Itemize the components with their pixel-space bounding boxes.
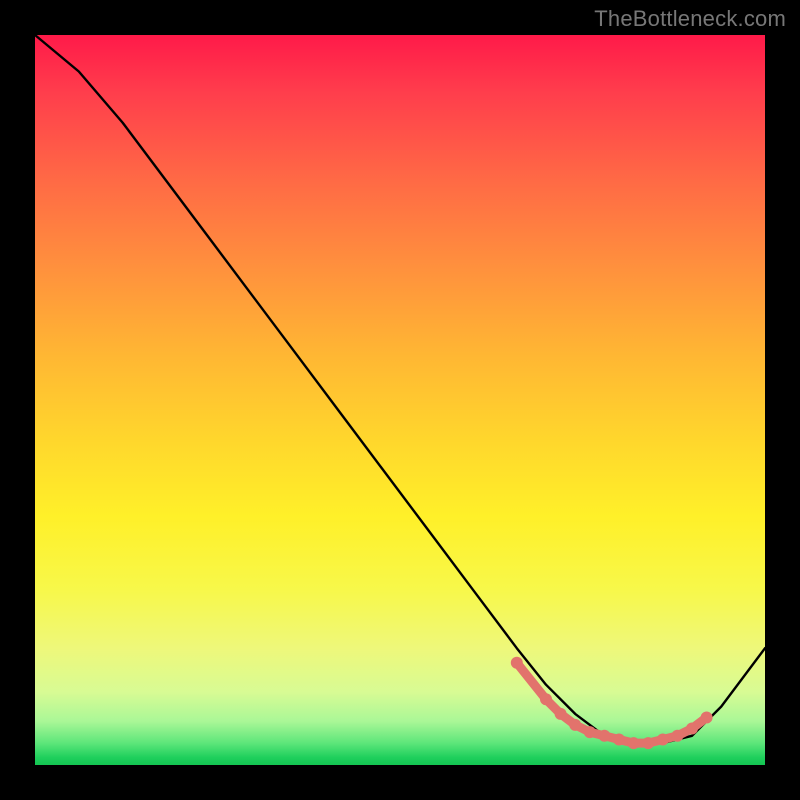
plot-area — [35, 35, 765, 765]
optimal-range-dot — [540, 693, 552, 705]
optimal-range-dot — [671, 730, 683, 742]
optimal-range-dot — [511, 657, 523, 669]
optimal-range-dot — [598, 730, 610, 742]
optimal-range-dot — [569, 719, 581, 731]
optimal-range-dot — [584, 726, 596, 738]
chart-frame: TheBottleneck.com — [0, 0, 800, 800]
optimal-range-dot — [555, 708, 567, 720]
optimal-range-dot — [642, 737, 654, 749]
optimal-range-dot — [701, 712, 713, 724]
bottleneck-curve-path — [35, 35, 765, 743]
optimal-range-dot — [686, 723, 698, 735]
optimal-range-markers — [511, 657, 713, 749]
optimal-range-dot — [628, 737, 640, 749]
optimal-range-dot — [657, 734, 669, 746]
chart-svg — [35, 35, 765, 765]
optimal-range-dot — [613, 734, 625, 746]
watermark-label: TheBottleneck.com — [594, 6, 786, 32]
